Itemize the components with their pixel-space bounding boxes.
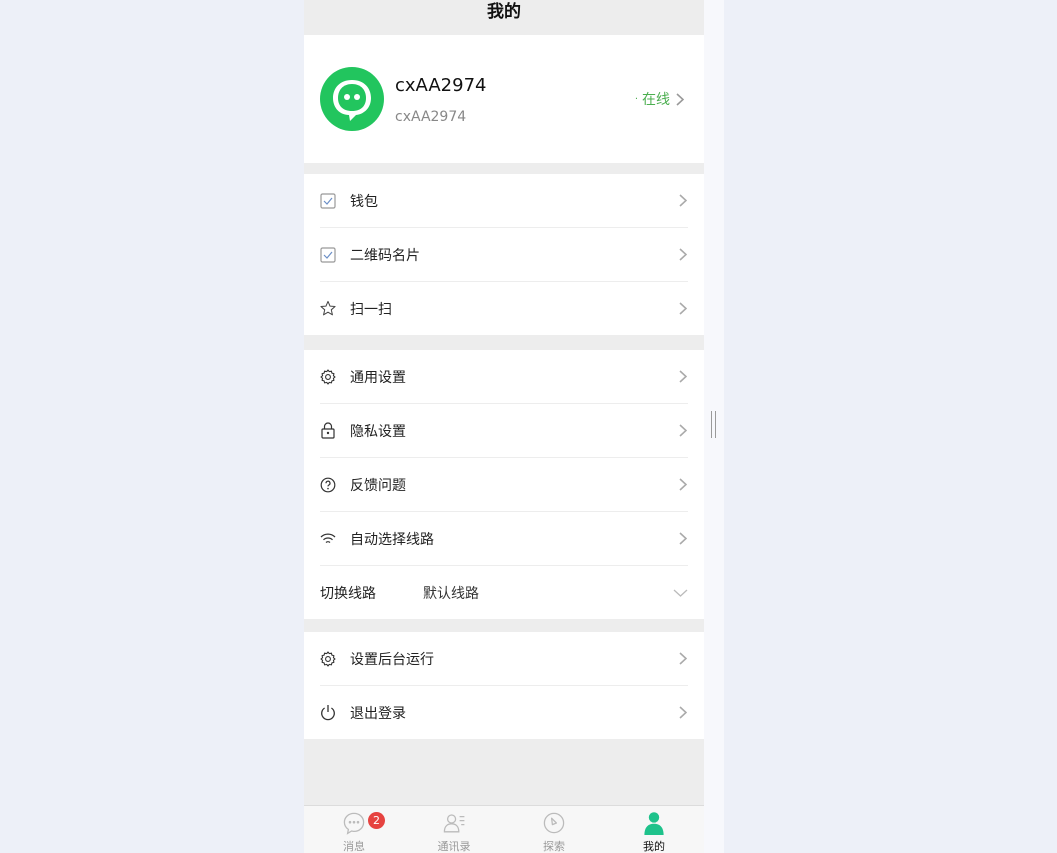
tab-label: 我的 bbox=[643, 840, 665, 853]
chat-icon bbox=[343, 812, 365, 835]
chevron-right-icon bbox=[676, 92, 684, 106]
menu-group-settings: 通用设置 隐私设置 反馈问题 自动选择线路 切换线路 默认线路 bbox=[304, 350, 704, 619]
menu-item-label: 扫一扫 bbox=[350, 301, 392, 318]
route-select-label: 切换线路 bbox=[320, 585, 376, 602]
username: cxAA2974 bbox=[395, 75, 487, 96]
chevron-right-icon bbox=[678, 248, 688, 262]
menu-item-logout[interactable]: 退出登录 bbox=[320, 686, 688, 739]
person-icon bbox=[644, 812, 664, 835]
chevron-right-icon bbox=[678, 478, 688, 492]
checkbox-icon bbox=[320, 246, 336, 263]
menu-item-label: 退出登录 bbox=[350, 705, 406, 722]
star-icon bbox=[320, 300, 336, 317]
chevron-right-icon bbox=[678, 532, 688, 546]
menu-item-general-settings[interactable]: 通用设置 bbox=[320, 350, 688, 404]
menu-group-wallet: 钱包 二维码名片 扫一扫 bbox=[304, 174, 704, 335]
menu-item-label: 二维码名片 bbox=[350, 247, 420, 264]
menu-group-account: 设置后台运行 退出登录 bbox=[304, 632, 704, 739]
status-dot-icon: · bbox=[634, 93, 638, 105]
menu-item-scan[interactable]: 扫一扫 bbox=[320, 282, 688, 335]
chevron-right-icon bbox=[678, 424, 688, 438]
chevron-down-icon[interactable] bbox=[672, 586, 688, 600]
bottom-tab-bar: 2 消息 通讯录 探索 我的 bbox=[304, 805, 704, 853]
user-id: cxAA2974 bbox=[395, 109, 467, 125]
tab-me[interactable]: 我的 bbox=[604, 806, 704, 853]
chevron-right-icon bbox=[678, 706, 688, 720]
menu-item-feedback[interactable]: 反馈问题 bbox=[320, 458, 688, 512]
resize-handle[interactable] bbox=[711, 411, 716, 438]
menu-item-label: 反馈问题 bbox=[350, 477, 406, 494]
page-title: 我的 bbox=[487, 2, 521, 22]
tab-contacts[interactable]: 通讯录 bbox=[404, 806, 504, 853]
menu-item-background-run[interactable]: 设置后台运行 bbox=[320, 632, 688, 686]
chevron-right-icon bbox=[678, 652, 688, 666]
menu-item-qrcode[interactable]: 二维码名片 bbox=[320, 228, 688, 282]
unread-badge: 2 bbox=[368, 812, 385, 829]
profile-card[interactable]: cxAA2974 cxAA2974 · 在线 bbox=[304, 35, 704, 163]
tab-explore[interactable]: 探索 bbox=[504, 806, 604, 853]
menu-item-label: 自动选择线路 bbox=[350, 531, 434, 548]
menu-item-label: 钱包 bbox=[350, 193, 378, 210]
route-select[interactable]: 切换线路 默认线路 bbox=[320, 566, 688, 619]
chevron-right-icon bbox=[678, 302, 688, 316]
menu-item-label: 隐私设置 bbox=[350, 423, 406, 440]
menu-item-label: 设置后台运行 bbox=[350, 651, 434, 668]
tab-label: 探索 bbox=[543, 840, 565, 853]
online-status[interactable]: · 在线 bbox=[635, 89, 684, 109]
tab-label: 消息 bbox=[343, 840, 365, 853]
menu-item-label: 通用设置 bbox=[350, 369, 406, 386]
lock-icon bbox=[320, 422, 336, 439]
chevron-right-icon bbox=[678, 370, 688, 384]
question-icon bbox=[320, 477, 336, 493]
status-label: 在线 bbox=[642, 92, 670, 108]
avatar-icon bbox=[320, 67, 384, 131]
wifi-icon bbox=[320, 531, 336, 547]
gear-icon bbox=[320, 368, 336, 385]
gear-icon bbox=[320, 650, 336, 667]
top-bar: 我的 bbox=[304, 0, 704, 35]
menu-item-privacy-settings[interactable]: 隐私设置 bbox=[320, 404, 688, 458]
menu-item-auto-route[interactable]: 自动选择线路 bbox=[320, 512, 688, 566]
compass-icon bbox=[543, 812, 565, 834]
tab-messages[interactable]: 2 消息 bbox=[304, 806, 404, 853]
phone-screen: 我的 cxAA2974 cxAA2974 · 在线 钱包 二维码名片 扫一扫 通… bbox=[304, 0, 704, 853]
tab-label: 通讯录 bbox=[437, 840, 471, 853]
power-icon bbox=[320, 705, 336, 721]
checkbox-icon bbox=[320, 192, 336, 209]
route-select-value[interactable]: 默认线路 bbox=[423, 583, 672, 603]
menu-item-wallet[interactable]: 钱包 bbox=[320, 174, 688, 228]
contacts-icon bbox=[443, 814, 465, 833]
chevron-right-icon bbox=[678, 194, 688, 208]
